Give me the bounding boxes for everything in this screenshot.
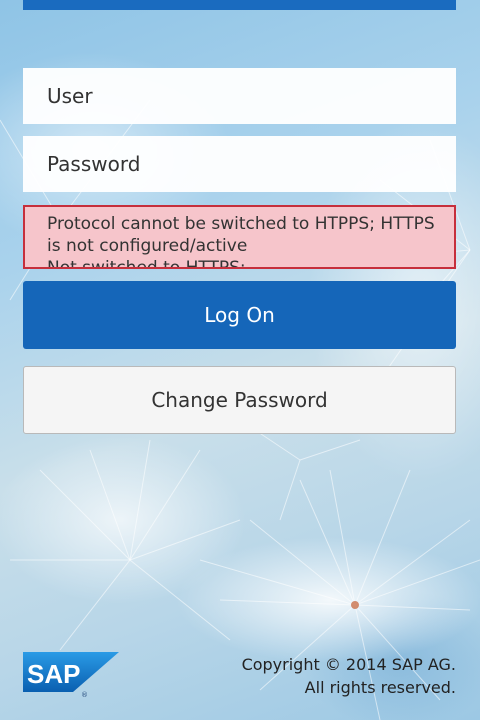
error-message: Protocol cannot be switched to HTPPS; HT…: [23, 205, 456, 269]
copyright-line-1: Copyright © 2014 SAP AG.: [241, 655, 456, 674]
svg-text:®: ®: [81, 691, 88, 698]
error-line-3: Not switched to HTTPS; ...: [47, 258, 268, 269]
error-line-2: is not configured/active: [47, 236, 248, 256]
copyright-line-2: All rights reserved.: [304, 678, 456, 697]
password-field[interactable]: Password: [23, 136, 456, 192]
user-field[interactable]: User: [23, 68, 456, 124]
header-bar: [23, 0, 456, 10]
change-password-button[interactable]: Change Password: [23, 366, 456, 434]
change-password-label: Change Password: [151, 388, 328, 412]
log-on-label: Log On: [204, 303, 275, 327]
sap-logo: SAP ®: [23, 652, 119, 698]
copyright-notice: Copyright © 2014 SAP AG. All rights rese…: [242, 653, 456, 699]
password-placeholder: Password: [47, 152, 141, 176]
log-on-button[interactable]: Log On: [23, 281, 456, 349]
error-line-1: Protocol cannot be switched to HTPPS; HT…: [47, 214, 435, 234]
sap-logo-text: SAP: [27, 659, 80, 689]
user-placeholder: User: [47, 84, 93, 108]
